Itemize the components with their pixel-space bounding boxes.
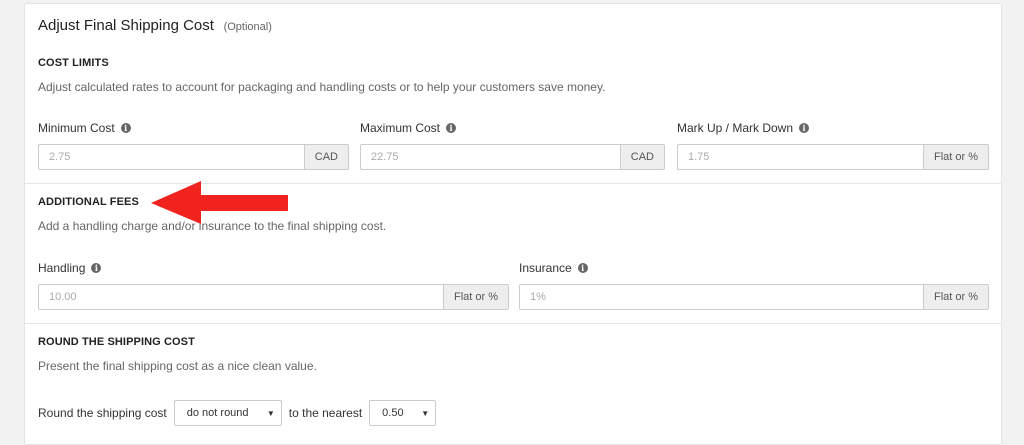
rounding-mode-select[interactable]: do not round ▼ [173,400,282,426]
markup-label-text: Mark Up / Mark Down [677,121,794,135]
currency-addon: CAD [303,144,349,170]
info-icon[interactable]: i [577,263,588,273]
cost-limits-description: Adjust calculated rates to account for p… [38,80,606,94]
section-divider [25,183,1001,184]
handling-label-text: Handling [38,261,86,275]
minimum-cost-label: Minimum Cost i [38,121,131,135]
optional-tag: (Optional) [223,21,272,33]
handling-input[interactable] [38,284,443,310]
rounding-prefix: Round the shipping cost [38,406,167,420]
additional-fees-title: ADDITIONAL FEES [38,196,139,208]
rounding-row: Round the shipping cost do not round ▼ t… [38,400,443,426]
info-icon[interactable]: i [91,263,102,273]
currency-addon: CAD [619,144,665,170]
cost-limits-title: COST LIMITS [38,57,109,69]
caret-down-icon: ▼ [421,408,430,418]
section-divider [25,323,1001,324]
rounding-title: ROUND THE SHIPPING COST [38,336,195,348]
insurance-label: Insurance i [519,261,588,275]
insurance-input[interactable] [519,284,923,310]
rounding-nearest-value: 0.50 [382,407,404,419]
insurance-group: Flat or % [519,284,989,310]
panel-header: Adjust Final Shipping Cost (Optional) [38,17,272,34]
minimum-cost-label-text: Minimum Cost [38,121,115,135]
rounding-middle: to the nearest [288,406,363,420]
markup-group: Flat or % [677,144,989,170]
markup-input[interactable] [677,144,923,170]
minimum-cost-group: CAD [38,144,349,170]
additional-fees-description: Add a handling charge and/or insurance t… [38,219,387,233]
maximum-cost-group: CAD [360,144,665,170]
maximum-cost-label: Maximum Cost i [360,121,457,135]
maximum-cost-label-text: Maximum Cost [360,121,441,135]
flat-or-percent-addon: Flat or % [922,284,989,310]
rounding-nearest-select[interactable]: 0.50 ▼ [369,400,437,426]
info-icon[interactable]: i [799,123,810,133]
maximum-cost-input[interactable] [360,144,620,170]
rounding-mode-value: do not round [186,407,249,419]
page-title: Adjust Final Shipping Cost [38,17,214,34]
rounding-description: Present the final shipping cost as a nic… [38,359,317,373]
flat-or-percent-addon: Flat or % [922,144,989,170]
info-icon[interactable]: i [446,123,457,133]
insurance-label-text: Insurance [519,261,572,275]
info-icon[interactable]: i [120,123,131,133]
minimum-cost-input[interactable] [38,144,304,170]
flat-or-percent-addon: Flat or % [442,284,509,310]
shipping-cost-panel: Adjust Final Shipping Cost (Optional) CO… [24,3,1002,445]
handling-label: Handling i [38,261,102,275]
caret-down-icon: ▼ [266,408,275,418]
markup-label: Mark Up / Mark Down i [677,121,810,135]
handling-group: Flat or % [38,284,509,310]
